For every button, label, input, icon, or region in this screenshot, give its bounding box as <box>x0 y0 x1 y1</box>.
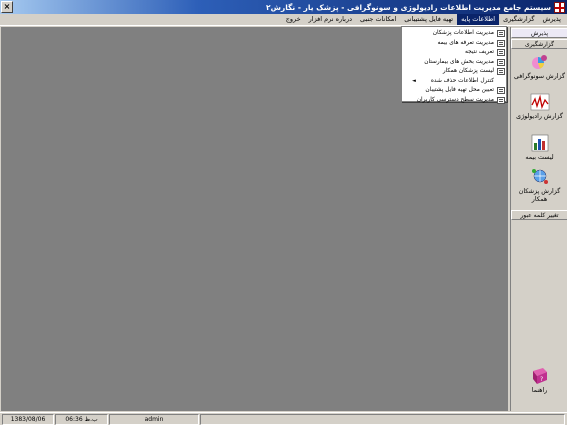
title-bar: سیستم جامع مدیریت اطلاعات رادیولوژی و سو… <box>0 0 567 14</box>
sidebar-button-label: گزارش پزشکان همکار <box>518 188 561 203</box>
menu-backup[interactable]: تهیه فایل پشتیبانی <box>400 14 457 25</box>
svg-text:?: ? <box>540 376 543 383</box>
form-icon <box>497 87 505 95</box>
sonography-chart-icon <box>531 55 547 69</box>
insurance-list-button[interactable]: لیست بیمه <box>511 134 567 162</box>
close-button[interactable]: × <box>1 1 13 13</box>
form-icon <box>497 30 505 38</box>
menu-exit[interactable]: خروج <box>282 14 305 25</box>
dropdown-item-backup-location[interactable]: تعیین محل تهیه فایل پشتیبان <box>402 86 506 96</box>
dropdown-item-deleted-data[interactable]: کنترل اطلاعات حذف شده ◄ <box>402 77 506 87</box>
status-date: 1383/08/06 <box>2 414 54 425</box>
menu-bar: پذیرش گزارشگیری اطلاعات پایه تهیه فایل پ… <box>0 14 567 26</box>
dropdown-item-label: لیست پزشکان همکار <box>442 68 494 74</box>
colleague-doctors-report-button[interactable]: گزارش پزشکان همکار <box>511 168 567 204</box>
dropdown-item-label: تعیین محل تهیه فایل پشتیبان <box>425 87 494 93</box>
sonography-report-button[interactable]: گزارش سونوگرافی <box>511 53 567 81</box>
sidebar-section-reports[interactable]: گزارشگیری <box>511 39 567 49</box>
dropdown-item-label: تعریف نتیجه <box>464 49 494 55</box>
doctors-network-icon <box>531 169 548 184</box>
change-password-button[interactable]: تغییر کلمه عبور <box>511 210 567 220</box>
app-logo-icon <box>554 1 565 13</box>
dropdown-item-define-result[interactable]: تعریف نتیجه <box>402 48 506 58</box>
shortcut-sidebar: پذیرش گزارشگیری گزارش سونوگرافی گزارش را… <box>510 27 567 411</box>
status-message <box>200 414 565 425</box>
form-icon <box>497 39 505 47</box>
insurance-chart-icon <box>531 134 548 152</box>
menu-about[interactable]: درباره نرم افزار <box>305 14 356 25</box>
dropdown-item-label: مدیریت بخش های بیمارستان <box>424 58 494 65</box>
dropdown-item-label: کنترل اطلاعات حذف شده <box>430 77 494 84</box>
status-user: admin <box>109 414 199 425</box>
menu-reports[interactable]: گزارشگیری <box>499 14 538 25</box>
sidebar-button-label: راهنما <box>531 387 548 394</box>
sidebar-button-label: لیست بیمه <box>525 154 554 161</box>
dropdown-item-label: مدیریت سطح دسترسی کاربران <box>416 96 494 103</box>
base-info-dropdown: مدیریت اطلاعات پزشکان مدیریت تعرفه های ب… <box>401 26 507 104</box>
dropdown-item-doctors[interactable]: مدیریت اطلاعات پزشکان <box>402 29 506 39</box>
radiology-report-button[interactable]: گزارش رادیولوژی <box>511 93 567 121</box>
dropdown-item-user-access[interactable]: مدیریت سطح دسترسی کاربران <box>402 96 506 106</box>
form-icon <box>497 68 505 76</box>
dropdown-item-hospital-wards[interactable]: مدیریت بخش های بیمارستان <box>402 58 506 68</box>
sidebar-button-label: گزارش رادیولوژی <box>516 113 563 120</box>
help-book-icon: ? <box>532 368 547 384</box>
menu-extras[interactable]: امکانات جنبی <box>356 14 400 25</box>
window-title: سیستم جامع مدیریت اطلاعات رادیولوژی و سو… <box>265 2 551 12</box>
menu-base-info[interactable]: اطلاعات پایه <box>457 14 500 25</box>
status-time: 06:36 ب.ظ <box>55 414 108 425</box>
submenu-arrow-icon: ◄ <box>412 77 416 84</box>
dropdown-item-label: مدیریت تعرفه های بیمه <box>437 39 494 46</box>
dropdown-item-label: مدیریت اطلاعات پزشکان <box>432 30 494 36</box>
sidebar-button-label: گزارش سونوگرافی <box>514 73 565 80</box>
form-icon <box>497 49 505 57</box>
sidebar-section-admission[interactable]: پذیرش <box>511 28 567 38</box>
form-icon <box>497 58 505 66</box>
help-button[interactable]: ? راهنما <box>511 367 567 395</box>
dropdown-item-insurance-tariffs[interactable]: مدیریت تعرفه های بیمه <box>402 39 506 49</box>
status-bar: 1383/08/06 06:36 ب.ظ admin <box>0 412 567 425</box>
menu-admission[interactable]: پذیرش <box>538 14 565 25</box>
radiology-chart-icon <box>530 93 549 111</box>
dropdown-item-colleague-doctors[interactable]: لیست پزشکان همکار <box>402 67 506 77</box>
form-icon <box>497 96 505 104</box>
